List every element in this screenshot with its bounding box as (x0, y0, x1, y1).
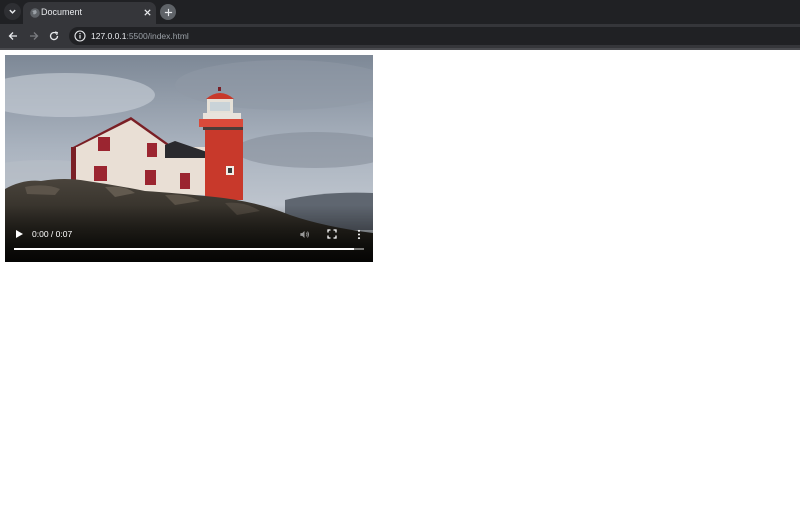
url-text[interactable]: 127.0.0.1:5500/index.html (91, 31, 189, 41)
volume-icon[interactable] (299, 229, 310, 240)
reload-icon[interactable] (48, 30, 60, 42)
more-options-icon[interactable] (356, 229, 362, 240)
current-time: 0:00 (32, 229, 49, 239)
back-arrow-icon[interactable] (7, 30, 19, 42)
url-host: 127.0.0.1 (91, 31, 127, 41)
toolbar-divider (0, 48, 800, 50)
address-bar[interactable]: 127.0.0.1:5500/index.html (69, 27, 800, 45)
globe-icon (30, 8, 40, 18)
plus-icon (164, 8, 172, 16)
new-tab-button[interactable] (160, 4, 176, 20)
video-controls: 0:00 / 0:07 (5, 55, 373, 262)
video-player[interactable]: 0:00 / 0:07 (5, 55, 373, 262)
video-progress-bar[interactable] (14, 248, 364, 250)
tab-title: Document (41, 7, 83, 17)
tab-strip: Document (0, 0, 800, 24)
chevron-down-icon (9, 9, 16, 14)
duration: 0:07 (55, 229, 73, 239)
fullscreen-icon[interactable] (327, 229, 337, 239)
play-icon[interactable] (14, 229, 24, 239)
url-path: :5500/index.html (126, 31, 189, 41)
tab-document[interactable]: Document (23, 2, 156, 24)
time-separator: / (50, 229, 54, 239)
forward-arrow-icon[interactable] (28, 30, 40, 42)
info-icon[interactable] (74, 30, 86, 42)
tab-search-button[interactable] (4, 3, 21, 20)
video-time: 0:00 / 0:07 (32, 229, 72, 239)
close-icon[interactable] (143, 8, 152, 17)
video-progress-fill (14, 248, 354, 250)
